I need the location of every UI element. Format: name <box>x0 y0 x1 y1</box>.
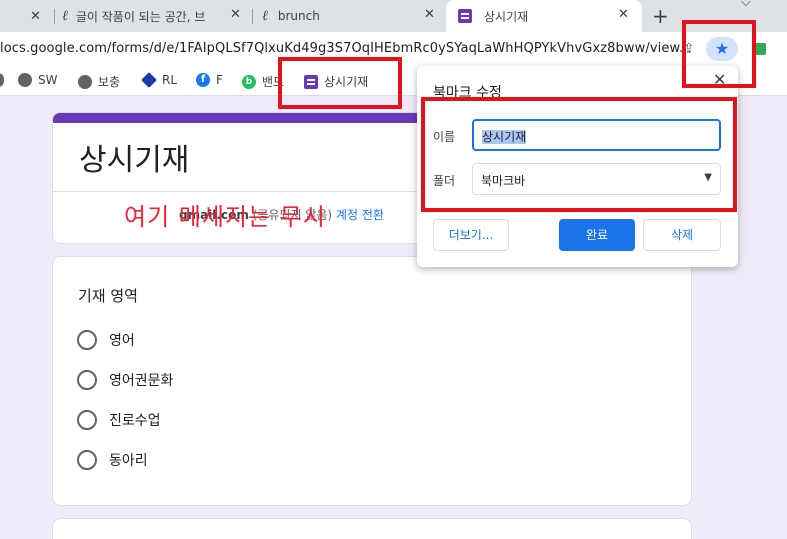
annotation-text: 여기 메세지는 무시 <box>124 203 326 231</box>
radio-option[interactable]: 동아리 <box>77 450 148 470</box>
bookmark-bochung[interactable]: 보충 <box>78 73 120 90</box>
url-field[interactable]: locs.google.com/forms/d/e/1FAIpQLSf7Qlxu… <box>0 41 692 56</box>
radio-button[interactable] <box>77 370 97 390</box>
close-icon[interactable]: ✕ <box>618 7 629 22</box>
tab-search-menu-icon[interactable]: ⌵ <box>741 0 751 10</box>
form-title: 상시기재 <box>79 143 190 178</box>
bookmark-label: F <box>216 73 223 87</box>
highlight-box-bookmark <box>278 57 402 109</box>
facebook-icon: f <box>196 73 210 87</box>
globe-icon <box>0 73 4 87</box>
option-label: 동아리 <box>109 453 148 469</box>
bookmark-sw[interactable]: SW <box>18 73 57 87</box>
close-icon[interactable]: ✕ <box>424 7 435 22</box>
tab-title: 상시기재 <box>484 9 529 24</box>
tab-sangsigijae[interactable]: 상시기재 ✕ <box>446 0 642 32</box>
highlight-box-dialog <box>421 97 737 212</box>
radio-button[interactable] <box>77 450 97 470</box>
option-label: 영어 <box>109 333 135 349</box>
tab-brunch-home[interactable]: ℓ 글이 작품이 되는 공간, 브 ✕ <box>62 0 252 32</box>
option-label: 진로수업 <box>109 413 161 429</box>
globe-icon <box>18 73 32 87</box>
more-button[interactable]: 더보기... <box>433 219 509 251</box>
bookmark-rl[interactable]: RL <box>141 72 178 88</box>
radio-option[interactable]: 영어 <box>77 330 135 350</box>
brunch-pen-icon: ℓ <box>62 7 68 24</box>
option-label: 영어권문화 <box>109 373 174 389</box>
question-title: 기재 영역 <box>78 287 138 305</box>
tab-strip: ✕ ℓ 글이 작품이 되는 공간, 브 ✕ ℓ brunch ✕ 상시기재 ✕ … <box>0 0 787 32</box>
tab-brunch[interactable]: ℓ brunch ✕ <box>262 0 442 32</box>
close-icon[interactable]: ✕ <box>30 9 41 24</box>
tab-divider <box>252 9 253 24</box>
switch-account-link[interactable]: 계정 전환 <box>336 208 384 222</box>
question-card: 기재 영역 영어 영어권문화 진로수업 동아리 <box>52 256 692 506</box>
brunch-pen-icon: ℓ <box>262 7 268 24</box>
bookmark-label: 보충 <box>98 75 121 89</box>
tab-divider <box>54 9 55 24</box>
close-icon[interactable]: ✕ <box>230 7 241 22</box>
globe-icon <box>78 74 92 89</box>
radio-button[interactable] <box>77 330 97 350</box>
highlight-box-star <box>682 20 756 88</box>
delete-button[interactable]: 삭제 <box>643 219 721 251</box>
bookmark-label: SW <box>38 73 58 87</box>
tab-title: 글이 작품이 되는 공간, 브 <box>75 9 206 24</box>
cube-icon <box>141 72 157 88</box>
radio-option[interactable]: 영어권문화 <box>77 370 173 390</box>
tab-title: brunch <box>277 9 320 23</box>
bookmark-facebook[interactable]: f F <box>196 73 223 87</box>
google-forms-icon <box>458 9 472 23</box>
radio-option[interactable]: 진로수업 <box>77 410 161 430</box>
next-question-card <box>52 518 692 539</box>
bookmark-overflow-icon[interactable] <box>0 73 4 87</box>
radio-button[interactable] <box>77 410 97 430</box>
new-tab-button[interactable]: + <box>652 4 669 28</box>
band-icon: b <box>242 74 256 89</box>
bookmark-label: RL <box>162 73 178 87</box>
done-button[interactable]: 완료 <box>559 219 635 251</box>
